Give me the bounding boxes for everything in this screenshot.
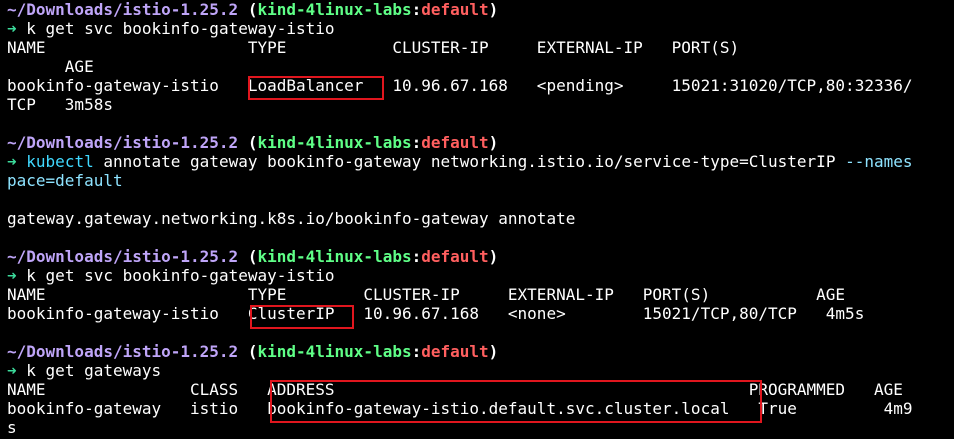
command-text: k get gateways: [26, 361, 162, 380]
terminal-window[interactable]: ~/Downloads/istio-1.25.2 (kind-4linux-la…: [0, 0, 954, 439]
prompt-arrow-icon: ➜: [7, 19, 17, 38]
prompt-arrow-icon: ➜: [7, 152, 17, 171]
prompt-context: kind-4linux-labs: [257, 342, 412, 361]
output-line: AGE: [7, 57, 94, 76]
prompt-cwd: ~/Downloads/istio-1.25.2: [7, 247, 239, 266]
prompt-namespace: default: [421, 133, 489, 152]
prompt-cwd: ~/Downloads/istio-1.25.2: [7, 133, 239, 152]
output-line: gateway.gateway.networking.k8s.io/bookin…: [7, 209, 576, 228]
output-line: bookinfo-gateway-istio ClusterIP 10.96.6…: [7, 304, 865, 323]
output-line: TCP 3m58s: [7, 95, 113, 114]
prompt-namespace: default: [421, 342, 489, 361]
prompt-namespace: default: [421, 247, 489, 266]
prompt-line: ~/Downloads/istio-1.25.2 (kind-4linux-la…: [7, 342, 499, 361]
prompt-context: kind-4linux-labs: [257, 133, 412, 152]
command-flag: --names: [845, 152, 913, 171]
prompt-line: ~/Downloads/istio-1.25.2 (kind-4linux-la…: [7, 247, 499, 266]
command-line: ➜ k get svc bookinfo-gateway-istio: [7, 19, 954, 38]
command-text: k get svc bookinfo-gateway-istio: [26, 19, 335, 38]
command-args: annotate gateway bookinfo-gateway networ…: [93, 152, 846, 171]
command-line: ➜ k get svc bookinfo-gateway-istio: [7, 266, 954, 285]
prompt-context: kind-4linux-labs: [257, 0, 412, 19]
command-line: ➜ k get gateways: [7, 361, 954, 380]
prompt-cwd: ~/Downloads/istio-1.25.2: [7, 342, 239, 361]
prompt-arrow-icon: ➜: [7, 266, 17, 285]
output-line: bookinfo-gateway istio bookinfo-gateway-…: [7, 399, 913, 418]
output-line: NAME TYPE CLUSTER-IP EXTERNAL-IP PORT(S)…: [7, 285, 846, 304]
prompt-arrow-icon: ➜: [7, 361, 17, 380]
output-line: bookinfo-gateway-istio LoadBalancer 10.9…: [7, 76, 913, 95]
output-line: NAME CLASS ADDRESS PROGRAMMED AGE: [7, 380, 903, 399]
prompt-namespace: default: [421, 0, 489, 19]
prompt-line: ~/Downloads/istio-1.25.2 (kind-4linux-la…: [7, 133, 499, 152]
command-program: kubectl: [26, 152, 94, 171]
output-line: NAME TYPE CLUSTER-IP EXTERNAL-IP PORT(S): [7, 38, 740, 57]
prompt-line: ~/Downloads/istio-1.25.2 (kind-4linux-la…: [7, 0, 499, 19]
command-flag-wrap: pace=default: [7, 171, 123, 190]
command-line: ➜ kubectl annotate gateway bookinfo-gate…: [7, 152, 954, 171]
prompt-context: kind-4linux-labs: [257, 247, 412, 266]
prompt-cwd: ~/Downloads/istio-1.25.2: [7, 0, 239, 19]
output-line: s: [7, 418, 17, 437]
command-line-wrap: pace=default: [7, 171, 954, 190]
command-text: k get svc bookinfo-gateway-istio: [26, 266, 335, 285]
